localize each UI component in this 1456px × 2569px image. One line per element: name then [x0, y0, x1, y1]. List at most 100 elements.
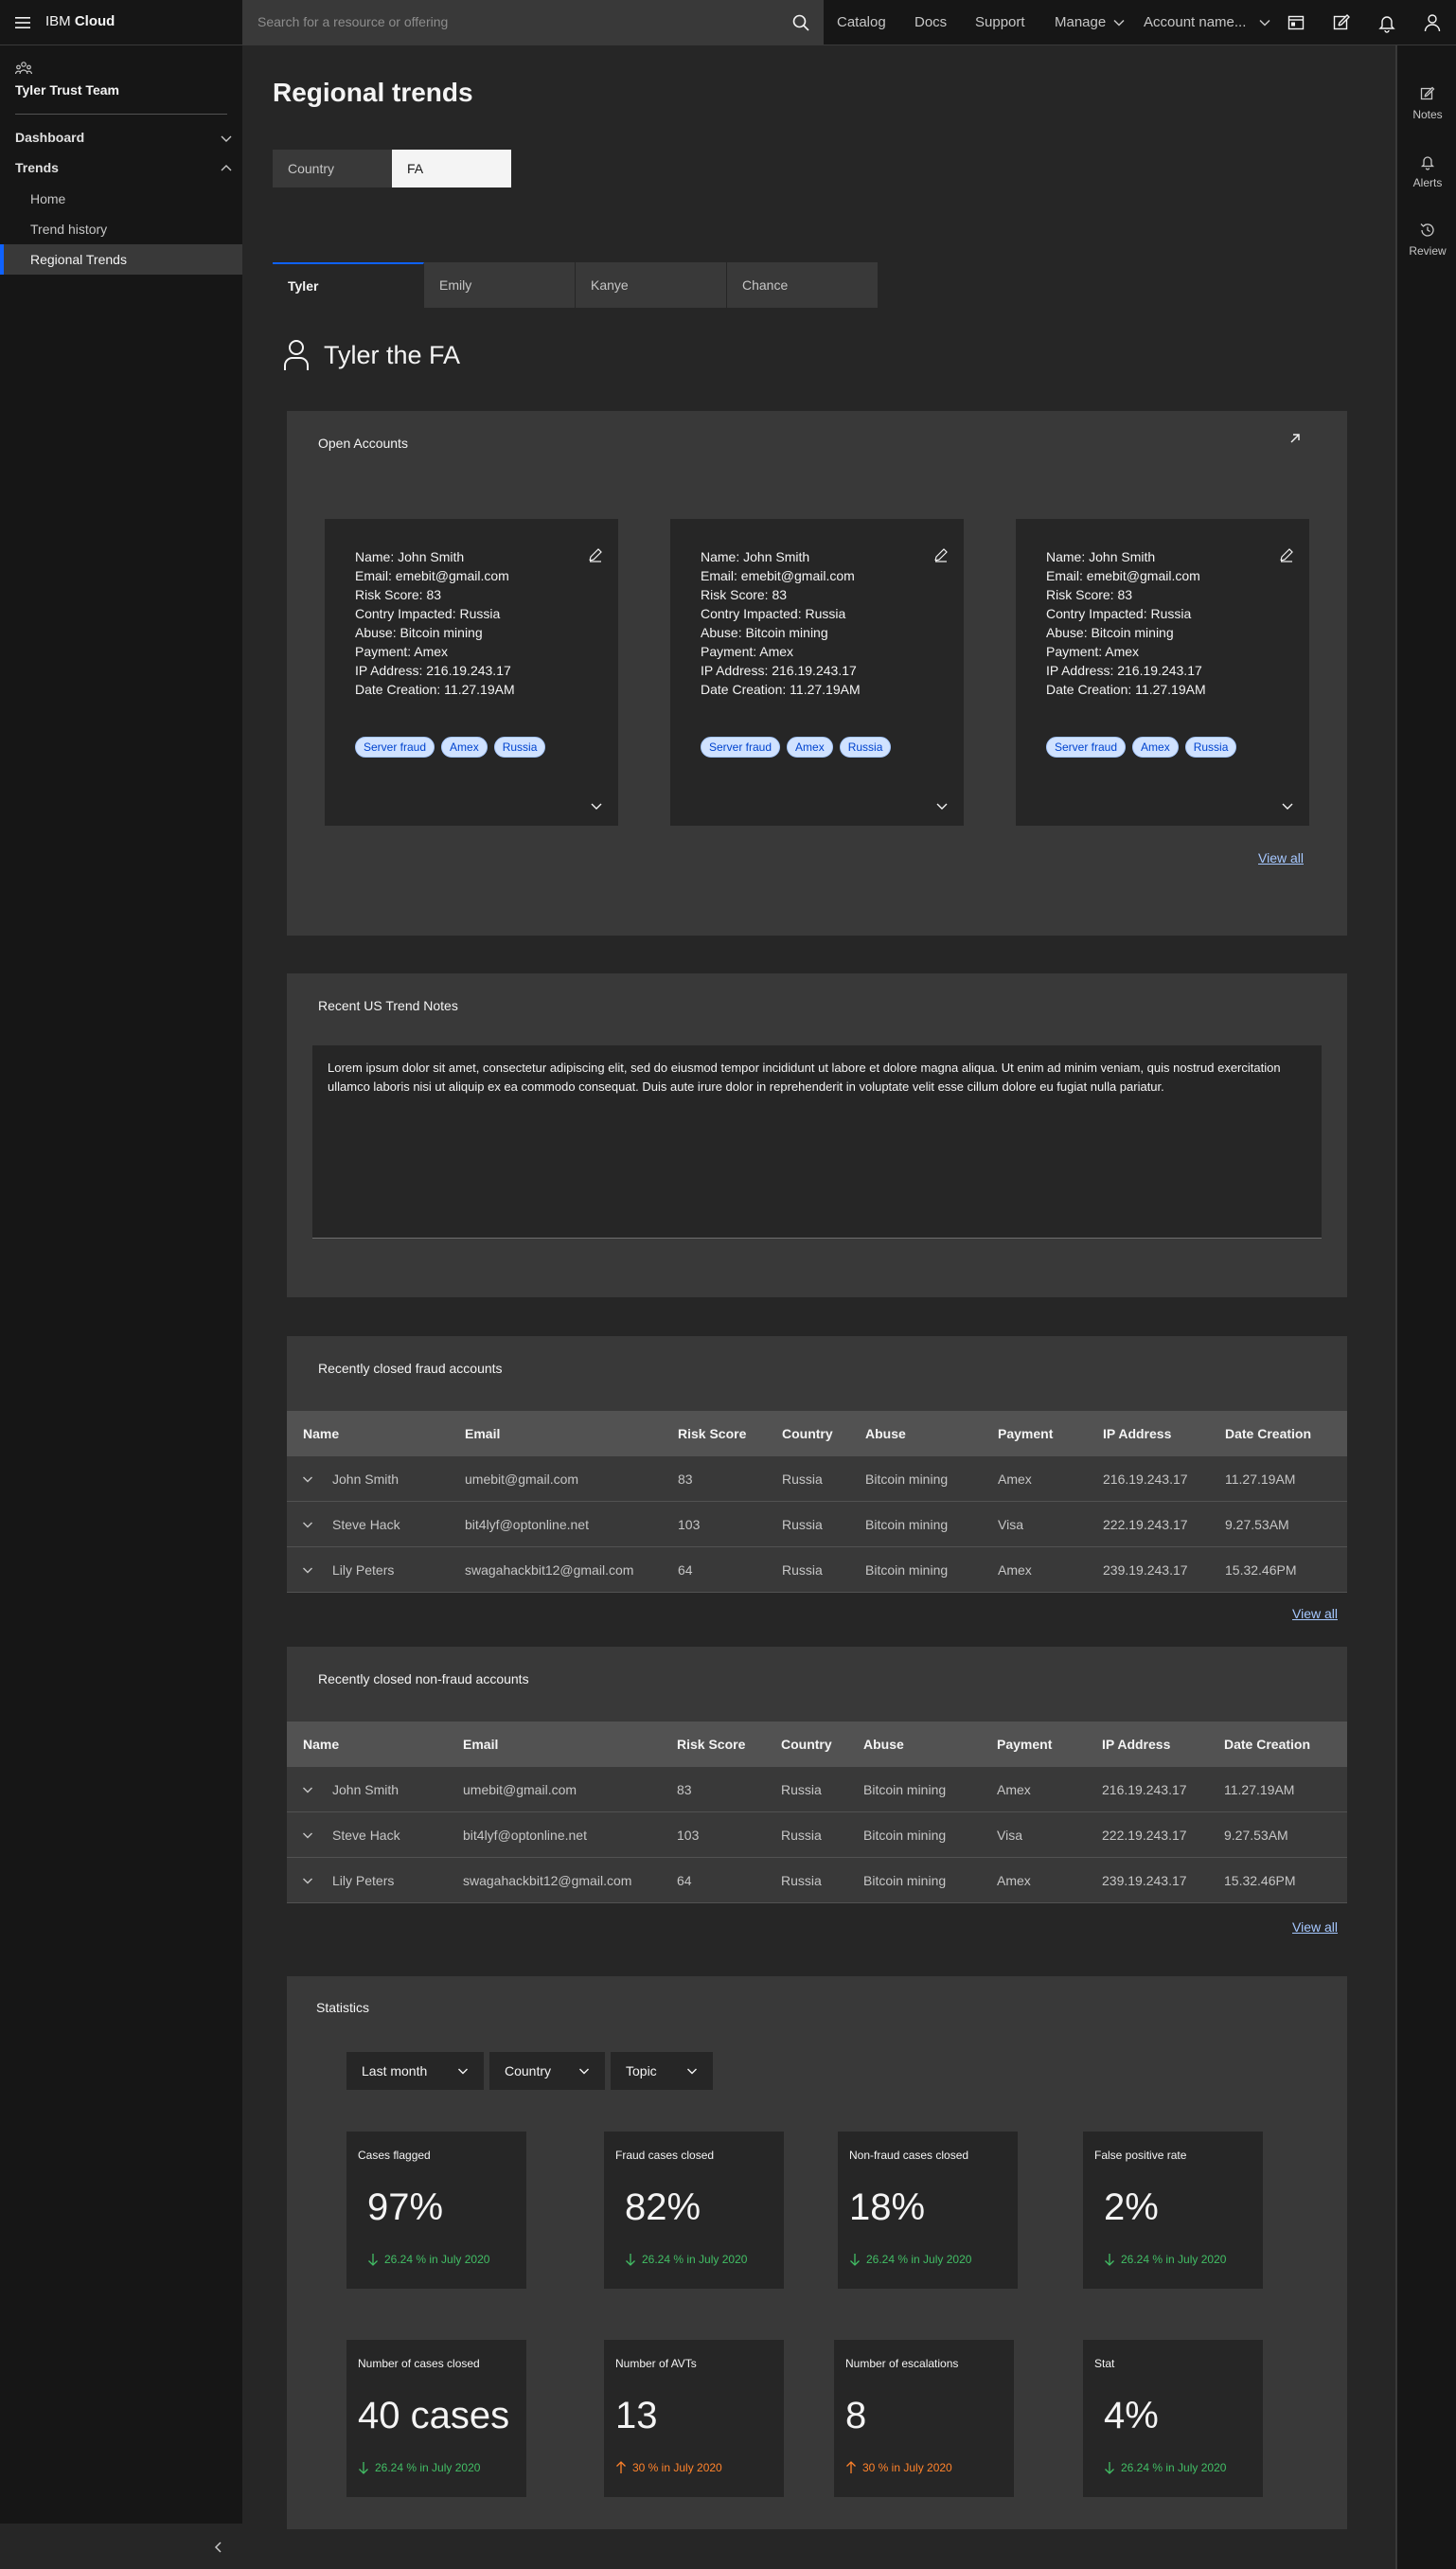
switcher-icon[interactable]	[1286, 12, 1306, 33]
brand-name[interactable]: IBM Cloud	[45, 13, 115, 29]
account-card[interactable]: Name: John Smith Email: emebit@gmail.com…	[325, 519, 618, 826]
cell-abuse: Bitcoin mining	[863, 1782, 947, 1797]
tab-chance[interactable]: Chance	[727, 262, 879, 308]
column-header[interactable]: Email	[463, 1722, 498, 1767]
column-header[interactable]: Date Creation	[1224, 1722, 1310, 1767]
tag[interactable]: Russia	[839, 737, 892, 758]
tag[interactable]: Server fraud	[1046, 737, 1127, 758]
edit-icon[interactable]	[588, 547, 603, 562]
chevron-down-icon[interactable]	[302, 1473, 313, 1485]
table-row[interactable]: John Smith umebit@gmail.com 83 Russia Bi…	[287, 1456, 1347, 1502]
tag[interactable]: Russia	[493, 737, 546, 758]
chevron-down-icon[interactable]	[220, 132, 233, 145]
stat-value: 2%	[1104, 2186, 1159, 2228]
chevron-down-icon[interactable]	[302, 1829, 313, 1841]
column-header[interactable]: Abuse	[863, 1722, 904, 1767]
edit-icon[interactable]	[1331, 12, 1352, 33]
view-all-link[interactable]: View all	[1292, 1919, 1338, 1935]
chevron-down-icon[interactable]	[302, 1519, 313, 1530]
view-all-link[interactable]: View all	[1292, 1606, 1338, 1621]
column-header[interactable]: Risk Score	[678, 1411, 746, 1456]
column-header[interactable]: IP Address	[1102, 1722, 1170, 1767]
filter-topic-dropdown[interactable]: Topic	[611, 2052, 713, 2090]
chevron-down-icon[interactable]	[302, 1784, 313, 1795]
card-line: Payment: Amex	[701, 644, 794, 659]
chevron-left-icon[interactable]	[212, 2541, 225, 2554]
tab-kanye[interactable]: Kanye	[576, 262, 727, 308]
user-icon[interactable]	[1422, 12, 1443, 33]
sidebar-section-dashboard[interactable]: Dashboard	[15, 130, 84, 145]
chevron-down-icon[interactable]	[590, 799, 603, 812]
column-header[interactable]: Country	[782, 1411, 833, 1456]
switcher-fa[interactable]: FA	[392, 150, 511, 187]
chevron-down-icon[interactable]	[1259, 17, 1270, 28]
global-search[interactable]: Search for a resource or offering	[242, 0, 824, 45]
table-row[interactable]: Steve Hack bit4lyf@optonline.net 103 Rus…	[287, 1812, 1347, 1858]
sidebar-section-trends[interactable]: Trends	[15, 160, 59, 175]
notification-icon[interactable]	[1376, 12, 1397, 33]
view-all-link[interactable]: View all	[1258, 850, 1304, 865]
card-line: IP Address: 216.19.243.17	[355, 663, 511, 678]
account-card[interactable]: Name: John Smith Email: emebit@gmail.com…	[670, 519, 964, 826]
switcher-country[interactable]: Country	[273, 150, 392, 187]
tag[interactable]: Amex	[441, 737, 488, 758]
tag[interactable]: Amex	[787, 737, 833, 758]
column-header[interactable]: Name	[303, 1411, 339, 1456]
column-header[interactable]: Date Creation	[1225, 1411, 1311, 1456]
fraud-table-panel: Recently closed fraud accounts Name Emai…	[287, 1336, 1347, 1593]
sidebar-collapse-bar[interactable]	[0, 2524, 242, 2569]
chevron-down-icon[interactable]	[302, 1564, 313, 1576]
rail-review-button[interactable]: Review	[1397, 222, 1456, 258]
filter-country-dropdown[interactable]: Country	[489, 2052, 605, 2090]
column-header[interactable]: Country	[781, 1722, 832, 1767]
nav-manage[interactable]: Manage	[1055, 0, 1106, 45]
card-line: Risk Score: 83	[1046, 587, 1133, 602]
rail-notes-button[interactable]: Notes	[1397, 85, 1456, 121]
column-header[interactable]: Email	[465, 1411, 500, 1456]
chevron-down-icon[interactable]	[935, 799, 949, 812]
chevron-down-icon[interactable]	[1113, 17, 1125, 28]
nav-support[interactable]: Support	[975, 0, 1025, 45]
tag[interactable]: Amex	[1132, 737, 1179, 758]
column-header[interactable]: IP Address	[1103, 1411, 1171, 1456]
table-row[interactable]: John Smith umebit@gmail.com 83 Russia Bi…	[287, 1767, 1347, 1812]
column-header[interactable]: Risk Score	[677, 1722, 745, 1767]
table-row[interactable]: Steve Hack bit4lyf@optonline.net 103 Rus…	[287, 1502, 1347, 1547]
filter-date-dropdown[interactable]: Last month	[346, 2052, 484, 2090]
notes-textarea[interactable]: Lorem ipsum dolor sit amet, consectetur …	[312, 1045, 1322, 1239]
arrow-up-right-icon[interactable]	[1288, 432, 1302, 445]
tag[interactable]: Server fraud	[355, 737, 435, 758]
sidebar-item-regional-trends[interactable]: Regional Trends	[0, 244, 242, 275]
tab-emily[interactable]: Emily	[424, 262, 576, 308]
dropdown-value: Topic	[626, 2063, 657, 2078]
column-header[interactable]: Name	[303, 1722, 339, 1767]
table-row[interactable]: Lily Peters swagahackbit12@gmail.com 64 …	[287, 1547, 1347, 1593]
column-header[interactable]: Abuse	[865, 1411, 906, 1456]
column-header[interactable]: Payment	[997, 1722, 1052, 1767]
nav-docs[interactable]: Docs	[914, 0, 947, 45]
stat-trend: 26.24 % in July 2020	[1104, 2253, 1226, 2266]
menu-icon[interactable]	[13, 13, 32, 32]
search-icon[interactable]	[791, 13, 810, 32]
tag[interactable]: Server fraud	[701, 737, 781, 758]
rail-alerts-button[interactable]: Alerts	[1397, 153, 1456, 189]
tab-tyler[interactable]: Tyler	[273, 262, 424, 308]
sidebar-item-home[interactable]: Home	[0, 184, 242, 214]
stat-trend-text: 26.24 % in July 2020	[866, 2253, 972, 2266]
card-line: Email: emebit@gmail.com	[701, 568, 855, 583]
nav-account-name[interactable]: Account name...	[1144, 0, 1246, 45]
nav-catalog[interactable]: Catalog	[837, 0, 886, 45]
edit-icon[interactable]	[933, 547, 949, 562]
stat-trend-text: 26.24 % in July 2020	[384, 2253, 490, 2266]
edit-icon[interactable]	[1279, 547, 1294, 562]
stat-label: Cases flagged	[358, 2149, 431, 2162]
tag[interactable]: Russia	[1184, 737, 1237, 758]
search-input[interactable]: Search for a resource or offering	[257, 14, 448, 29]
column-header[interactable]: Payment	[998, 1411, 1053, 1456]
sidebar-item-trend-history[interactable]: Trend history	[0, 214, 242, 244]
chevron-down-icon[interactable]	[302, 1875, 313, 1886]
table-row[interactable]: Lily Peters swagahackbit12@gmail.com 64 …	[287, 1858, 1347, 1903]
chevron-up-icon[interactable]	[220, 162, 233, 175]
chevron-down-icon[interactable]	[1281, 799, 1294, 812]
account-card[interactable]: Name: John Smith Email: emebit@gmail.com…	[1016, 519, 1309, 826]
